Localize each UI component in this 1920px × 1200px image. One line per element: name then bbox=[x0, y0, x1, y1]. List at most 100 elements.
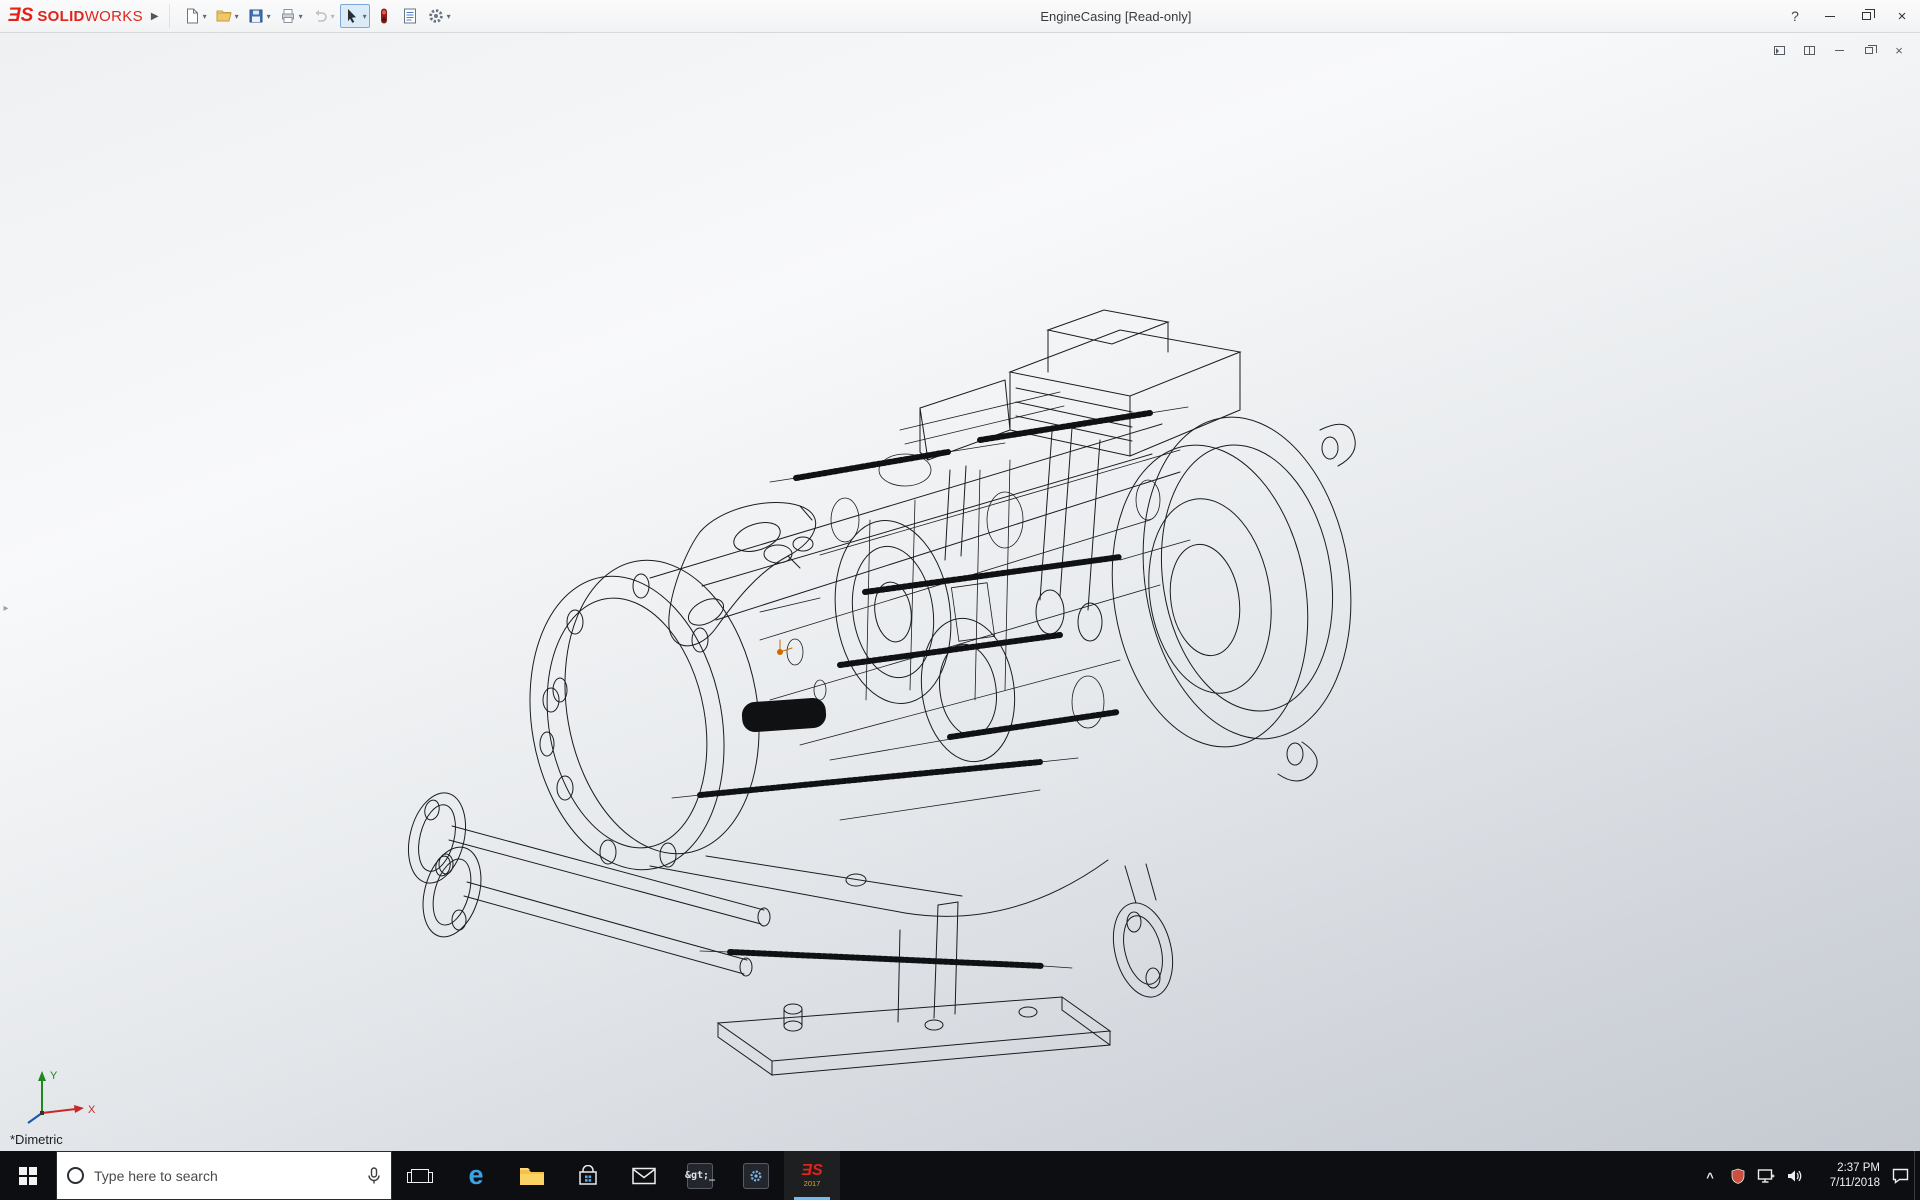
engine-casing-wireframe bbox=[0, 33, 1920, 1151]
console-icon: &gt;_ bbox=[687, 1163, 713, 1189]
taskbar-clock[interactable]: 2:37 PM 7/11/2018 bbox=[1808, 1151, 1886, 1200]
main-body bbox=[650, 424, 1180, 916]
save-button[interactable]: ▾ bbox=[244, 4, 274, 28]
new-document-button[interactable]: ▾ bbox=[180, 4, 210, 28]
rebuild-icon bbox=[375, 7, 393, 25]
new-document-icon bbox=[183, 7, 201, 25]
task-view-button[interactable] bbox=[392, 1151, 448, 1200]
chevron-down-icon[interactable]: ▾ bbox=[362, 12, 367, 21]
right-link bbox=[1104, 864, 1182, 1003]
rebuild-button[interactable] bbox=[372, 4, 396, 28]
action-center-button[interactable] bbox=[1886, 1151, 1914, 1200]
doc-close-button[interactable]: × bbox=[1888, 41, 1910, 59]
triad-y-label: Y bbox=[50, 1070, 58, 1082]
undo-icon bbox=[311, 7, 329, 25]
mail-icon bbox=[632, 1167, 656, 1185]
help-button[interactable]: ? bbox=[1778, 0, 1812, 32]
menu-flyout-arrow[interactable]: ▶ bbox=[149, 4, 170, 28]
split-window-button[interactable] bbox=[1798, 41, 1820, 59]
print-button[interactable]: ▾ bbox=[276, 4, 306, 28]
action-center-icon bbox=[1892, 1168, 1909, 1184]
split-pane-icon bbox=[1804, 46, 1815, 55]
chevron-down-icon[interactable]: ▾ bbox=[234, 12, 239, 21]
file-properties-button[interactable] bbox=[398, 4, 422, 28]
previous-window-button[interactable] bbox=[1768, 41, 1790, 59]
store-button[interactable] bbox=[560, 1151, 616, 1200]
solidworks-window: ƎS SOLID WORKS ▶ ▾ ▾ bbox=[0, 0, 1920, 1200]
minimize-icon bbox=[1825, 16, 1835, 17]
view-orientation-label: *Dimetric bbox=[10, 1132, 63, 1147]
document-title: EngineCasing [Read-only] bbox=[454, 9, 1778, 24]
start-button[interactable] bbox=[0, 1151, 56, 1200]
restore-icon bbox=[1865, 47, 1873, 54]
doc-minimize-button[interactable] bbox=[1828, 41, 1850, 59]
solidworks-app-icon: ƎS bbox=[801, 1163, 822, 1179]
open-button[interactable]: ▾ bbox=[212, 4, 242, 28]
clock-date: 7/11/2018 bbox=[1830, 1176, 1880, 1190]
file-explorer-icon bbox=[519, 1165, 545, 1187]
reference-triad: Y X bbox=[14, 1065, 104, 1125]
task-view-icon bbox=[411, 1169, 429, 1183]
graphics-viewport[interactable]: × ▸ bbox=[0, 33, 1920, 1151]
windows-logo-icon bbox=[19, 1167, 37, 1185]
ds-logo-mark: ƎS bbox=[8, 5, 33, 27]
file-properties-icon bbox=[401, 7, 419, 25]
file-explorer-button[interactable] bbox=[504, 1151, 560, 1200]
options-button[interactable]: ▾ bbox=[424, 4, 454, 28]
close-icon: × bbox=[1895, 44, 1903, 57]
search-input[interactable] bbox=[94, 1168, 357, 1184]
settings-app-button[interactable] bbox=[728, 1151, 784, 1200]
taskbar-spacer bbox=[840, 1151, 1696, 1200]
settings-gear-icon bbox=[743, 1163, 769, 1189]
select-tool-button[interactable]: ▾ bbox=[340, 4, 370, 28]
security-tray-button[interactable] bbox=[1724, 1151, 1752, 1200]
shield-icon bbox=[1731, 1168, 1745, 1184]
maximize-restore-button[interactable] bbox=[1848, 0, 1884, 32]
network-tray-button[interactable] bbox=[1752, 1151, 1780, 1200]
console-app-button[interactable]: &gt;_ bbox=[672, 1151, 728, 1200]
top-housing bbox=[920, 310, 1240, 460]
solid-cylinder bbox=[741, 697, 827, 733]
solidworks-logo[interactable]: ƎS SOLID WORKS bbox=[0, 5, 149, 27]
speaker-icon bbox=[1786, 1168, 1802, 1184]
pane-arrow-icon bbox=[1774, 46, 1785, 55]
mail-button[interactable] bbox=[616, 1151, 672, 1200]
brand-works: WORKS bbox=[85, 8, 143, 25]
doc-restore-button[interactable] bbox=[1858, 41, 1880, 59]
undo-button[interactable]: ▾ bbox=[308, 4, 338, 28]
hidden-icons-button[interactable]: ^ bbox=[1696, 1151, 1724, 1200]
solidworks-year-badge: 2017 bbox=[804, 1180, 821, 1188]
triad-x-label: X bbox=[88, 1104, 96, 1116]
microphone-icon[interactable] bbox=[367, 1167, 381, 1185]
featuremanager-flyout-arrow[interactable]: ▸ bbox=[0, 593, 12, 623]
volume-tray-button[interactable] bbox=[1780, 1151, 1808, 1200]
edge-taskbar-button[interactable]: e bbox=[448, 1151, 504, 1200]
document-window-controls: × bbox=[1768, 41, 1910, 59]
print-icon bbox=[279, 7, 297, 25]
taskbar-search[interactable] bbox=[56, 1151, 392, 1200]
brand-solid: SOLID bbox=[37, 8, 84, 25]
internal-detail bbox=[760, 392, 1190, 820]
chevron-down-icon[interactable]: ▾ bbox=[330, 12, 335, 21]
restore-icon bbox=[1862, 12, 1871, 20]
network-icon bbox=[1757, 1168, 1775, 1184]
solidworks-taskbar-button[interactable]: ƎS 2017 bbox=[784, 1151, 840, 1200]
support-rods bbox=[400, 787, 770, 976]
close-button[interactable]: × bbox=[1884, 0, 1920, 32]
chevron-down-icon[interactable]: ▾ bbox=[266, 12, 271, 21]
options-gear-icon bbox=[427, 7, 445, 25]
threaded-rods bbox=[700, 413, 1150, 966]
titlebar: ƎS SOLID WORKS ▶ ▾ ▾ bbox=[0, 0, 1920, 33]
clock-time: 2:37 PM bbox=[1837, 1161, 1880, 1175]
quick-access-toolbar: ▾ ▾ ▾ bbox=[170, 4, 454, 28]
chevron-up-icon: ^ bbox=[1706, 1170, 1714, 1185]
show-desktop-button[interactable] bbox=[1914, 1151, 1920, 1200]
minimize-icon bbox=[1835, 50, 1844, 51]
cortana-icon bbox=[67, 1167, 84, 1184]
window-controls: ? × bbox=[1778, 0, 1920, 32]
chevron-down-icon[interactable]: ▾ bbox=[446, 12, 451, 21]
minimize-button[interactable] bbox=[1812, 0, 1848, 32]
chevron-down-icon[interactable]: ▾ bbox=[298, 12, 303, 21]
chevron-down-icon[interactable]: ▾ bbox=[202, 12, 207, 21]
edge-icon: e bbox=[468, 1162, 483, 1189]
